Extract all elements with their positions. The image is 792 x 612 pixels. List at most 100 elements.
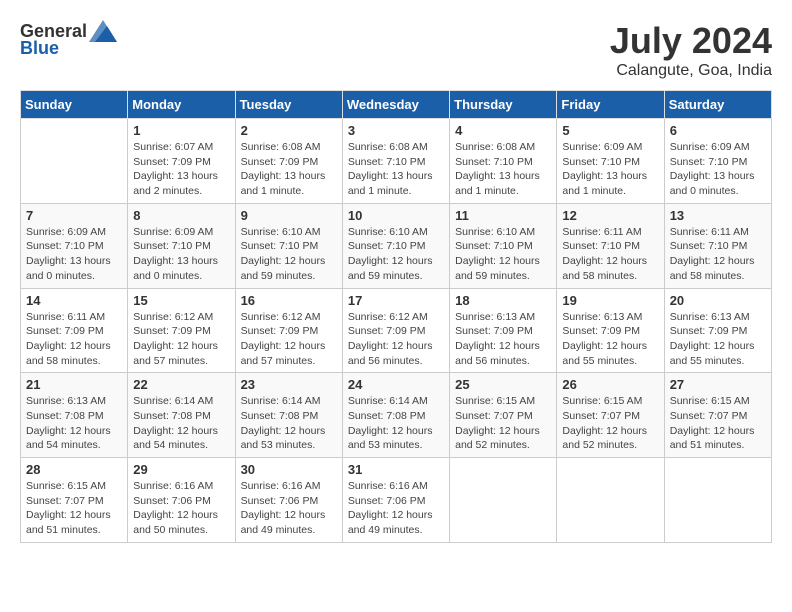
day-info: Sunrise: 6:13 AMSunset: 7:08 PMDaylight:… (26, 394, 122, 453)
day-number: 12 (562, 208, 658, 223)
day-info: Sunrise: 6:10 AMSunset: 7:10 PMDaylight:… (455, 225, 551, 284)
day-number: 25 (455, 377, 551, 392)
day-cell (21, 119, 128, 204)
day-cell: 31 Sunrise: 6:16 AMSunset: 7:06 PMDayligh… (342, 458, 449, 543)
day-cell: 21Sunrise: 6:13 AMSunset: 7:08 PMDayligh… (21, 373, 128, 458)
day-number: 7 (26, 208, 122, 223)
day-cell: 24Sunrise: 6:14 AMSunset: 7:08 PMDayligh… (342, 373, 449, 458)
day-cell: 20 Sunrise: 6:13 AMSunset: 7:09 PMDayligh… (664, 288, 771, 373)
day-cell: 6 Sunrise: 6:09 AMSunset: 7:10 PMDaylight… (664, 119, 771, 204)
day-number: 9 (241, 208, 337, 223)
day-number: 8 (133, 208, 229, 223)
logo: General Blue (20, 20, 117, 59)
day-cell: 28 Sunrise: 6:15 AMSunset: 7:07 PMDayligh… (21, 458, 128, 543)
day-info: Sunrise: 6:14 AMSunset: 7:08 PMDaylight:… (241, 394, 337, 453)
header: General Blue July 2024 Calangute, Goa, I… (20, 20, 772, 80)
day-cell: 14 Sunrise: 6:11 AMSunset: 7:09 PMDayligh… (21, 288, 128, 373)
day-cell: 22 Sunrise: 6:14 AMSunset: 7:08 PMDayligh… (128, 373, 235, 458)
day-info: Sunrise: 6:12 AMSunset: 7:09 PMDaylight:… (241, 310, 337, 369)
day-cell: 10 Sunrise: 6:10 AMSunset: 7:10 PMDayligh… (342, 203, 449, 288)
day-cell: 5Sunrise: 6:09 AMSunset: 7:10 PMDaylight… (557, 119, 664, 204)
day-info: Sunrise: 6:10 AMSunset: 7:10 PMDaylight:… (241, 225, 337, 284)
calendar: SundayMondayTuesdayWednesdayThursdayFrid… (20, 90, 772, 543)
day-cell: 9 Sunrise: 6:10 AMSunset: 7:10 PMDaylight… (235, 203, 342, 288)
weekday-header-sunday: Sunday (21, 91, 128, 119)
day-number: 10 (348, 208, 444, 223)
day-number: 3 (348, 123, 444, 138)
calendar-body: 1 Sunrise: 6:07 AMSunset: 7:09 PMDaylight… (21, 119, 772, 543)
day-number: 24 (348, 377, 444, 392)
day-number: 29 (133, 462, 229, 477)
day-cell (664, 458, 771, 543)
title-section: July 2024 Calangute, Goa, India (610, 20, 772, 80)
day-number: 16 (241, 293, 337, 308)
day-number: 19 (562, 293, 658, 308)
week-row-5: 28 Sunrise: 6:15 AMSunset: 7:07 PMDayligh… (21, 458, 772, 543)
day-info: Sunrise: 6:09 AMSunset: 7:10 PMDaylight:… (26, 225, 122, 284)
day-number: 15 (133, 293, 229, 308)
day-info: Sunrise: 6:08 AMSunset: 7:09 PMDaylight:… (241, 140, 337, 199)
day-cell: 12 Sunrise: 6:11 AMSunset: 7:10 PMDayligh… (557, 203, 664, 288)
day-cell: 19 Sunrise: 6:13 AMSunset: 7:09 PMDayligh… (557, 288, 664, 373)
month-year: July 2024 (610, 20, 772, 62)
day-number: 2 (241, 123, 337, 138)
location: Calangute, Goa, India (610, 62, 772, 80)
day-info: Sunrise: 6:13 AMSunset: 7:09 PMDaylight:… (455, 310, 551, 369)
weekday-header-wednesday: Wednesday (342, 91, 449, 119)
day-info: Sunrise: 6:16 AMSunset: 7:06 PMDaylight:… (241, 479, 337, 538)
day-info: Sunrise: 6:14 AMSunset: 7:08 PMDaylight:… (133, 394, 229, 453)
day-number: 20 (670, 293, 766, 308)
weekday-header-row: SundayMondayTuesdayWednesdayThursdayFrid… (21, 91, 772, 119)
day-cell: 13 Sunrise: 6:11 AMSunset: 7:10 PMDayligh… (664, 203, 771, 288)
day-info: Sunrise: 6:09 AMSunset: 7:10 PMDaylight:… (670, 140, 766, 199)
day-info: Sunrise: 6:15 AMSunset: 7:07 PMDaylight:… (26, 479, 122, 538)
day-number: 14 (26, 293, 122, 308)
day-number: 31 (348, 462, 444, 477)
day-cell: 7 Sunrise: 6:09 AMSunset: 7:10 PMDaylight… (21, 203, 128, 288)
day-cell: 8Sunrise: 6:09 AMSunset: 7:10 PMDaylight… (128, 203, 235, 288)
day-cell: 3Sunrise: 6:08 AMSunset: 7:10 PMDaylight… (342, 119, 449, 204)
logo-blue-text: Blue (20, 38, 59, 59)
day-info: Sunrise: 6:13 AMSunset: 7:09 PMDaylight:… (670, 310, 766, 369)
day-cell: 17 Sunrise: 6:12 AMSunset: 7:09 PMDayligh… (342, 288, 449, 373)
week-row-3: 14 Sunrise: 6:11 AMSunset: 7:09 PMDayligh… (21, 288, 772, 373)
day-info: Sunrise: 6:07 AMSunset: 7:09 PMDaylight:… (133, 140, 229, 199)
day-info: Sunrise: 6:15 AMSunset: 7:07 PMDaylight:… (455, 394, 551, 453)
day-info: Sunrise: 6:16 AMSunset: 7:06 PMDaylight:… (348, 479, 444, 538)
day-number: 6 (670, 123, 766, 138)
day-info: Sunrise: 6:15 AMSunset: 7:07 PMDaylight:… (562, 394, 658, 453)
day-number: 26 (562, 377, 658, 392)
day-info: Sunrise: 6:12 AMSunset: 7:09 PMDaylight:… (348, 310, 444, 369)
day-info: Sunrise: 6:12 AMSunset: 7:09 PMDaylight:… (133, 310, 229, 369)
weekday-header-thursday: Thursday (450, 91, 557, 119)
day-cell (450, 458, 557, 543)
day-number: 22 (133, 377, 229, 392)
day-number: 4 (455, 123, 551, 138)
day-cell: 30Sunrise: 6:16 AMSunset: 7:06 PMDayligh… (235, 458, 342, 543)
day-number: 17 (348, 293, 444, 308)
day-cell (557, 458, 664, 543)
logo-icon (89, 20, 117, 42)
day-info: Sunrise: 6:11 AMSunset: 7:10 PMDaylight:… (562, 225, 658, 284)
day-number: 23 (241, 377, 337, 392)
day-number: 11 (455, 208, 551, 223)
day-cell: 1 Sunrise: 6:07 AMSunset: 7:09 PMDaylight… (128, 119, 235, 204)
day-info: Sunrise: 6:11 AMSunset: 7:09 PMDaylight:… (26, 310, 122, 369)
day-number: 13 (670, 208, 766, 223)
day-cell: 16 Sunrise: 6:12 AMSunset: 7:09 PMDayligh… (235, 288, 342, 373)
day-cell: 26 Sunrise: 6:15 AMSunset: 7:07 PMDayligh… (557, 373, 664, 458)
day-info: Sunrise: 6:15 AMSunset: 7:07 PMDaylight:… (670, 394, 766, 453)
day-number: 18 (455, 293, 551, 308)
day-cell: 15 Sunrise: 6:12 AMSunset: 7:09 PMDayligh… (128, 288, 235, 373)
day-number: 28 (26, 462, 122, 477)
day-info: Sunrise: 6:16 AMSunset: 7:06 PMDaylight:… (133, 479, 229, 538)
weekday-header-tuesday: Tuesday (235, 91, 342, 119)
day-cell: 27Sunrise: 6:15 AMSunset: 7:07 PMDayligh… (664, 373, 771, 458)
day-number: 1 (133, 123, 229, 138)
day-cell: 4Sunrise: 6:08 AMSunset: 7:10 PMDaylight… (450, 119, 557, 204)
weekday-header-saturday: Saturday (664, 91, 771, 119)
day-info: Sunrise: 6:11 AMSunset: 7:10 PMDaylight:… (670, 225, 766, 284)
day-cell: 23 Sunrise: 6:14 AMSunset: 7:08 PMDayligh… (235, 373, 342, 458)
day-info: Sunrise: 6:13 AMSunset: 7:09 PMDaylight:… (562, 310, 658, 369)
day-info: Sunrise: 6:10 AMSunset: 7:10 PMDaylight:… (348, 225, 444, 284)
